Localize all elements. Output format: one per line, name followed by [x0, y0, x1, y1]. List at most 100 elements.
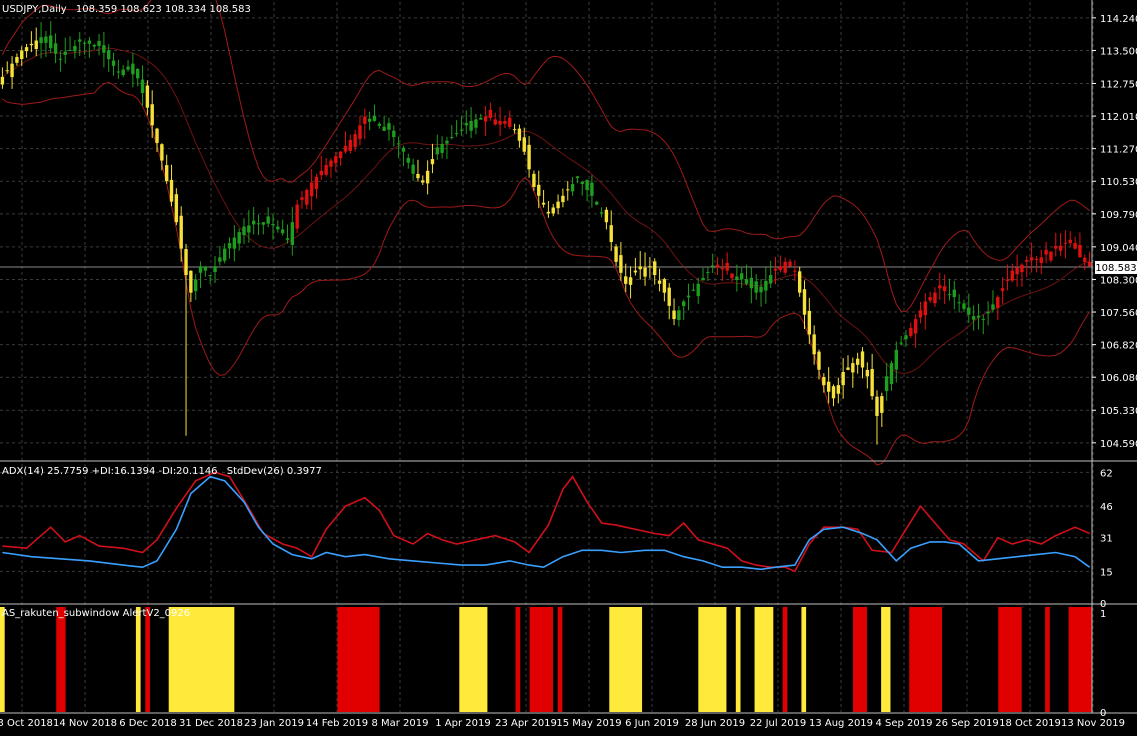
signal-bar[interactable]	[529, 607, 554, 712]
candle-body	[107, 50, 111, 60]
candle-body	[232, 237, 237, 249]
candle-body	[290, 222, 295, 245]
signal-bar[interactable]	[515, 607, 521, 712]
candle-body	[334, 156, 338, 164]
candle-body	[435, 147, 439, 155]
candle-body	[904, 335, 908, 340]
candle-body	[561, 195, 565, 203]
candle-body	[855, 358, 860, 365]
candle-body	[512, 129, 517, 131]
candle-body	[140, 79, 145, 94]
candle-body	[425, 170, 430, 184]
candle-body	[218, 257, 222, 262]
candle-body	[532, 173, 536, 187]
candle-body	[10, 63, 14, 78]
ohlc-text: 108.359 108.623 108.334 108.583	[76, 4, 251, 15]
signal-bar[interactable]	[698, 607, 727, 712]
candle-body	[150, 104, 154, 126]
candle-body	[213, 266, 217, 273]
candle-body	[836, 385, 841, 394]
signal-bar[interactable]	[609, 607, 643, 712]
candle-body	[817, 351, 821, 370]
signal-bar[interactable]	[557, 607, 563, 712]
candle-body	[802, 289, 807, 315]
chart-canvas[interactable]: 23 Oct 201814 Nov 20186 Dec 201831 Dec 2…	[0, 0, 1137, 732]
candle-body	[58, 58, 63, 60]
candle-body	[628, 277, 633, 285]
x-tick-label: 14 Feb 2019	[306, 718, 368, 729]
candle-body	[508, 117, 512, 127]
symbol-label: USDJPY,Daily 108.359 108.623 108.334 108…	[2, 4, 251, 15]
candle-body	[967, 307, 971, 315]
candle-body	[609, 225, 613, 243]
signal-bar[interactable]	[782, 607, 788, 712]
x-tick-label: 13 Nov 2019	[1061, 718, 1125, 729]
candle-body	[464, 123, 468, 126]
signal-bar[interactable]	[909, 607, 943, 712]
candle-body	[440, 144, 444, 153]
candle-body	[1083, 257, 1087, 262]
x-tick-label: 18 Oct 2019	[999, 718, 1061, 729]
candle-body	[261, 222, 266, 225]
candle-body	[493, 119, 497, 125]
candle-body	[479, 117, 483, 120]
candle-body	[406, 157, 410, 163]
x-tick-label: 6 Dec 2018	[119, 718, 177, 729]
signal-bar[interactable]	[998, 607, 1022, 712]
candle-body	[764, 280, 768, 291]
candle-body	[551, 207, 555, 214]
candle[interactable]	[295, 199, 299, 234]
signal-bar[interactable]	[735, 607, 741, 712]
signal-bar[interactable]	[852, 607, 868, 712]
candle-body	[1005, 279, 1010, 281]
current-price-text: 108.583	[1095, 263, 1136, 274]
candle-body	[846, 367, 850, 370]
chart-window[interactable]: 23 Oct 201814 Nov 20186 Dec 201831 Dec 2…	[0, 0, 1137, 732]
candle-body	[305, 189, 309, 205]
signal-bar[interactable]	[0, 607, 5, 712]
signal-bar[interactable]	[1068, 607, 1092, 712]
candle-body	[991, 304, 995, 310]
candle-body	[653, 261, 657, 276]
candle-body	[136, 68, 140, 79]
signal-bar[interactable]	[56, 607, 66, 712]
signal-bar[interactable]	[168, 607, 235, 712]
price-tick-label: 109.790	[1100, 210, 1137, 221]
signal-bar[interactable]	[801, 607, 807, 712]
candle-body	[556, 201, 560, 209]
candle-body	[619, 255, 623, 273]
candle-body	[39, 37, 43, 44]
signal-bar[interactable]	[754, 607, 774, 712]
price-tick-label: 106.820	[1100, 341, 1137, 352]
signal-bar[interactable]	[135, 607, 141, 712]
candle-body	[503, 120, 507, 124]
candle-body	[1020, 264, 1024, 273]
signal-bar[interactable]	[145, 607, 150, 712]
candle-body	[203, 266, 208, 271]
signal-bar[interactable]	[881, 607, 891, 712]
signal-bar[interactable]	[459, 607, 488, 712]
x-tick-label: 8 Mar 2019	[371, 718, 428, 729]
candle-body	[271, 224, 275, 226]
signal-bar[interactable]	[1045, 607, 1050, 712]
candle-body	[909, 327, 913, 336]
x-tick-label: 28 Jun 2019	[685, 718, 745, 729]
candle-body	[382, 126, 386, 131]
candle-body	[179, 215, 183, 249]
candle-body	[329, 160, 333, 167]
candle-body	[580, 181, 584, 185]
price-tick-label: 104.590	[1100, 439, 1137, 450]
candle-body	[266, 216, 270, 224]
candle-body	[522, 137, 526, 152]
candle-body	[256, 223, 261, 225]
signal-bar[interactable]	[337, 607, 380, 712]
candle-body	[20, 50, 24, 59]
candle-body	[913, 319, 918, 334]
candle-body	[454, 133, 459, 135]
price-tick-label: 105.330	[1100, 406, 1137, 417]
candle-body	[1073, 243, 1077, 249]
candle-body	[1054, 245, 1058, 249]
candle-body	[735, 276, 739, 281]
candle-body	[367, 118, 372, 122]
candle-body	[971, 316, 976, 320]
